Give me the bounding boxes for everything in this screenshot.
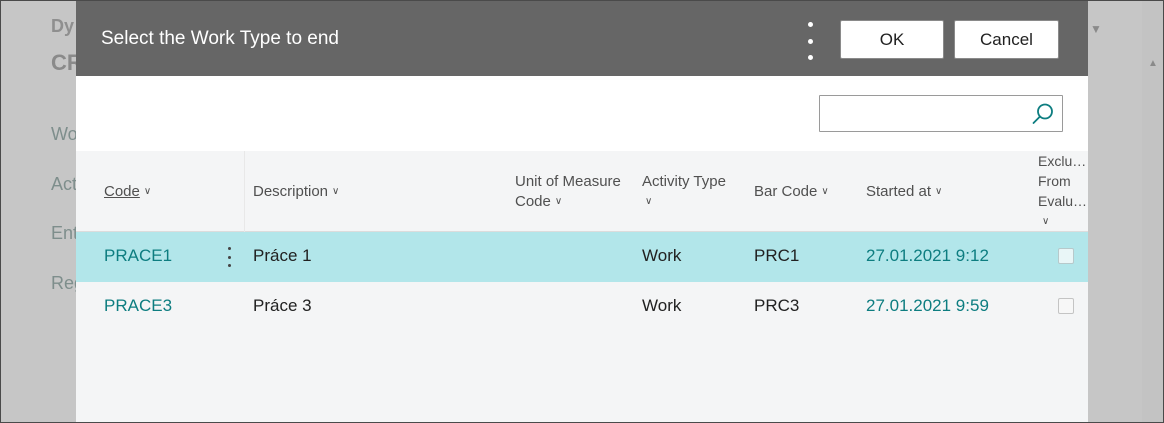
chevron-down-icon: ∨ — [143, 186, 152, 197]
table-row[interactable]: PRACE1 Práce 1 Work PRC1 27.01.2021 9:12 — [76, 232, 1088, 282]
cell-description: Práce 1 — [253, 246, 312, 265]
column-header-unit-of-measure[interactable]: Unit of Measure Code ∨ — [515, 172, 621, 212]
grid-header: Code ∨ Description ∨ Unit of Measure Code ∨… — [76, 151, 1088, 232]
search-icon[interactable] — [1031, 102, 1055, 126]
cancel-button[interactable]: Cancel — [954, 20, 1059, 59]
scroll-up-icon: ▲ — [1148, 58, 1158, 69]
more-options-icon[interactable] — [802, 22, 818, 60]
column-header-bar-code[interactable]: Bar Code ∨ — [754, 182, 829, 202]
background-nav-item: Wo — [51, 124, 78, 144]
background-nav-item: Act — [51, 174, 78, 194]
column-header-excluded[interactable]: Exclu… From Evalu… ∨ — [1038, 151, 1087, 232]
dialog-header: Select the Work Type to end OK Cancel — [76, 0, 1088, 76]
background-nav-item: Ent — [51, 223, 79, 243]
cell-description: Práce 3 — [253, 296, 312, 315]
dialog-title: Select the Work Type to end — [101, 28, 339, 49]
ok-button[interactable]: OK — [840, 20, 944, 59]
chevron-down-icon: ∨ — [821, 186, 829, 197]
cell-started-at[interactable]: 27.01.2021 9:59 — [866, 296, 989, 316]
column-header-code[interactable]: Code ∨ — [104, 182, 151, 202]
chevron-down-icon: ∨ — [935, 186, 943, 197]
column-header-activity-type[interactable]: Activity Type ∨ — [642, 172, 726, 212]
table-row[interactable]: PRACE3 Práce 3 Work PRC3 27.01.2021 9:59 — [76, 282, 1088, 332]
chevron-down-icon: ▼ — [1090, 22, 1102, 36]
chevron-down-icon: ∨ — [332, 186, 340, 197]
cell-code[interactable]: PRACE1 — [104, 246, 172, 266]
search-box[interactable] — [819, 95, 1063, 132]
cell-code[interactable]: PRACE3 — [104, 296, 172, 316]
grid-empty-area — [76, 332, 1088, 423]
search-area — [76, 76, 1088, 151]
excluded-checkbox[interactable] — [1058, 248, 1074, 264]
cell-started-at[interactable]: 27.01.2021 9:12 — [866, 246, 989, 266]
cell-bar-code: PRC3 — [754, 296, 800, 315]
cell-activity-type: Work — [642, 246, 682, 265]
cell-activity-type: Work — [642, 296, 682, 315]
chevron-down-icon: ∨ — [554, 196, 563, 207]
chevron-down-icon: ∨ — [1042, 216, 1050, 227]
excluded-checkbox[interactable] — [1058, 298, 1074, 314]
lookup-dialog: Select the Work Type to end OK Cancel Co… — [76, 0, 1088, 423]
column-header-description[interactable]: Description ∨ — [253, 182, 339, 202]
cell-bar-code: PRC1 — [754, 246, 800, 265]
chevron-down-icon: ∨ — [645, 196, 653, 207]
row-actions-icon[interactable] — [226, 247, 232, 267]
background-brand: Dy — [51, 16, 75, 36]
column-header-started-at[interactable]: Started at ∨ — [866, 182, 942, 202]
search-input[interactable] — [826, 100, 1026, 127]
